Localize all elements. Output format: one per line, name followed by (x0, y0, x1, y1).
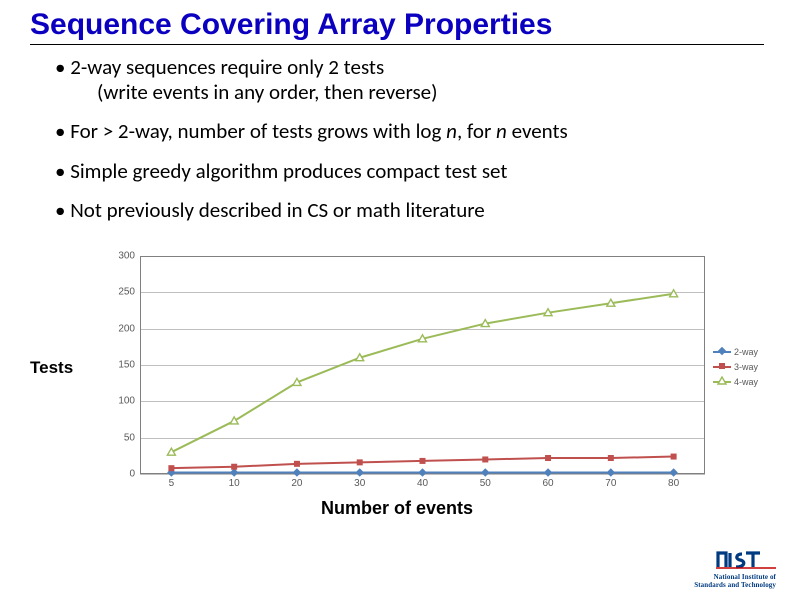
x-tick-label: 70 (605, 478, 616, 489)
nist-text-2: Standards and Technology (694, 582, 776, 589)
bullet-2-pre: For > 2-way, number of tests grows with … (70, 118, 446, 144)
series-marker-2-way (669, 468, 677, 476)
y-tick-label: 0 (129, 469, 135, 480)
x-axis-title: Number of events (30, 498, 764, 519)
bullet-4-text: Not previously described in CS or math l… (70, 197, 485, 223)
y-tick-label: 200 (118, 323, 135, 334)
bullet-4: • Not previously described in CS or math… (55, 198, 739, 223)
slide-title: Sequence Covering Array Properties (0, 0, 794, 44)
legend-item-4-way: 4-way (713, 374, 758, 389)
series-marker-4-way (230, 417, 238, 424)
series-marker-3-way (168, 465, 174, 471)
nist-logo (716, 551, 776, 574)
series-marker-3-way (294, 461, 300, 467)
series-marker-3-way (231, 464, 237, 470)
series-marker-2-way (607, 468, 615, 476)
y-tick-label: 300 (118, 251, 135, 262)
y-tick-label: 250 (118, 287, 135, 298)
series-marker-2-way (481, 468, 489, 476)
legend-label: 3-way (734, 362, 758, 372)
chart: Tests 0501001502002503005102030405060708… (30, 254, 764, 516)
x-tick-label: 60 (542, 478, 553, 489)
bullet-3-text: Simple greedy algorithm produces compact… (70, 158, 507, 184)
x-tick-label: 30 (354, 478, 365, 489)
x-tick-label: 10 (229, 478, 240, 489)
bullet-2-mid: , for (457, 118, 496, 144)
series-marker-3-way (357, 459, 363, 465)
series-marker-4-way (167, 448, 175, 455)
series-line-4-way (171, 294, 673, 452)
legend-label: 2-way (734, 347, 758, 357)
nist-attribution: National Institute of Standards and Tech… (694, 551, 776, 589)
series-marker-4-way (544, 309, 552, 316)
y-tick-label: 100 (118, 396, 135, 407)
series-svg (140, 256, 705, 474)
bullet-1-text: 2-way sequences require only 2 tests (70, 54, 384, 80)
series-marker-4-way (670, 290, 678, 297)
series-marker-2-way (418, 468, 426, 476)
legend-item-2-way: 2-way (713, 344, 758, 359)
series-marker-4-way (293, 378, 301, 385)
bullet-2-n1: n (446, 118, 457, 144)
x-tick-label: 40 (417, 478, 428, 489)
y-axis-title: Tests (30, 358, 73, 378)
series-marker-2-way (355, 468, 363, 476)
x-tick-label: 80 (668, 478, 679, 489)
series-marker-3-way (545, 455, 551, 461)
bullet-1: • 2-way sequences require only 2 tests (… (55, 55, 739, 105)
legend: 2-way 3-way 4-way (713, 344, 758, 389)
series-marker-4-way (356, 354, 364, 361)
legend-item-3-way: 3-way (713, 359, 758, 374)
series-marker-4-way (607, 299, 615, 306)
series-marker-4-way (481, 320, 489, 327)
bullet-2-n2: n (496, 118, 507, 144)
bullet-2: • For > 2-way, number of tests grows wit… (55, 119, 739, 144)
series-marker-3-way (420, 458, 426, 464)
bullet-list: • 2-way sequences require only 2 tests (… (0, 45, 794, 223)
y-tick-label: 150 (118, 360, 135, 371)
bullet-2-post: events (507, 118, 568, 144)
series-marker-2-way (544, 468, 552, 476)
x-tick-label: 20 (291, 478, 302, 489)
legend-label: 4-way (734, 377, 758, 387)
series-marker-4-way (419, 335, 427, 342)
series-marker-2-way (293, 468, 301, 476)
x-tick-label: 50 (480, 478, 491, 489)
plot-area: 05010015020025030051020304050607080 (140, 256, 705, 474)
series-marker-3-way (608, 455, 614, 461)
series-marker-3-way (671, 454, 677, 460)
x-tick-label: 5 (169, 478, 175, 489)
y-tick-label: 50 (124, 432, 135, 443)
series-marker-3-way (482, 456, 488, 462)
bullet-1-sub: (write events in any order, then reverse… (55, 80, 739, 105)
bullet-3: • Simple greedy algorithm produces compa… (55, 159, 739, 184)
